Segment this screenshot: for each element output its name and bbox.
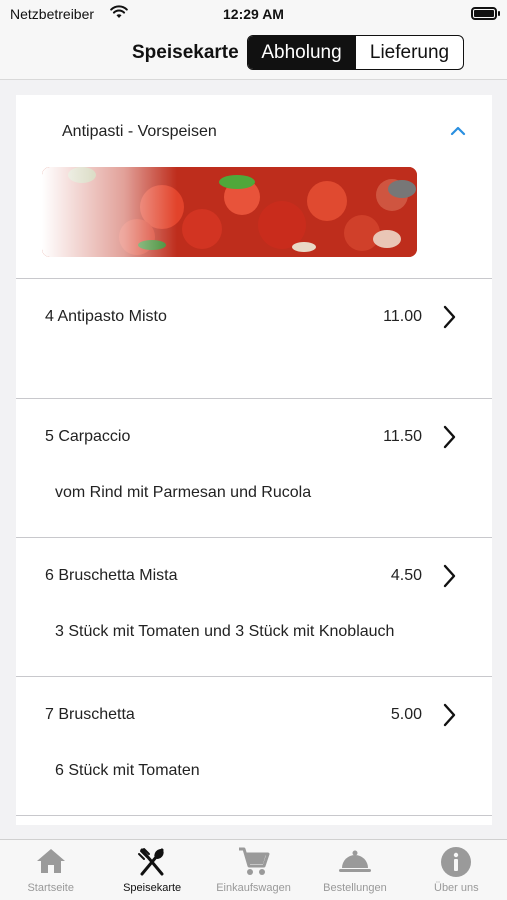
- item-description: 6 Stück mit Tomaten: [55, 762, 200, 779]
- tab-label: Speisekarte: [123, 882, 182, 894]
- page-title: Speisekarte: [132, 42, 239, 63]
- status-bar: Netzbetreiber 12:29 AM: [0, 0, 507, 28]
- tab-bestellungen[interactable]: Bestellungen: [304, 840, 405, 900]
- chevron-right-icon[interactable]: [442, 425, 456, 454]
- tab-speisekarte[interactable]: Speisekarte: [101, 840, 202, 900]
- tab-startseite[interactable]: Startseite: [0, 840, 101, 900]
- tab-bar: Startseite Speisekarte Einkaufswagen Bes…: [0, 839, 507, 900]
- tab-label: Bestellungen: [323, 882, 387, 894]
- menu-item[interactable]: 7 Bruschetta 5.00 6 Stück mit Tomaten: [16, 677, 492, 816]
- item-name: 6 Bruschetta Mista: [45, 567, 178, 584]
- item-description: vom Rind mit Parmesan und Rucola: [55, 484, 312, 501]
- item-price: 4.50: [390, 567, 422, 584]
- fork-knife-icon: [136, 846, 168, 883]
- tab-label: Startseite: [27, 882, 74, 894]
- tab-ueber-uns[interactable]: Über uns: [406, 840, 507, 900]
- menu-item[interactable]: 5 Carpaccio 11.50 vom Rind mit Parmesan …: [16, 399, 492, 538]
- item-name: 5 Carpaccio: [45, 428, 131, 445]
- item-description: 3 Stück mit Tomaten und 3 Stück mit Knob…: [55, 623, 395, 640]
- item-name: 7 Bruschetta: [45, 706, 135, 723]
- segment-abholung[interactable]: Abholung: [248, 36, 355, 69]
- chevron-right-icon[interactable]: [442, 564, 456, 593]
- info-icon: [440, 846, 472, 883]
- chevron-up-icon[interactable]: [450, 123, 466, 141]
- order-type-segmented-control: Abholung Lieferung: [247, 35, 464, 70]
- tab-label: Einkaufswagen: [216, 882, 291, 894]
- clock-label: 12:29 AM: [223, 6, 284, 22]
- chevron-right-icon[interactable]: [442, 703, 456, 732]
- chevron-right-icon[interactable]: [442, 305, 456, 334]
- tab-label: Über uns: [434, 882, 479, 894]
- segment-lieferung[interactable]: Lieferung: [355, 36, 463, 69]
- category-header[interactable]: Antipasti - Vorspeisen: [16, 95, 492, 279]
- menu-item[interactable]: 6 Bruschetta Mista 4.50 3 Stück mit Toma…: [16, 538, 492, 677]
- item-name: 4 Antipasto Misto: [45, 308, 167, 325]
- home-icon: [35, 846, 67, 881]
- item-price: 11.50: [383, 428, 422, 445]
- menu-item[interactable]: 4 Antipasto Misto 11.00: [16, 279, 492, 399]
- item-price: 11.00: [383, 308, 422, 325]
- battery-icon: [471, 7, 500, 20]
- tab-einkaufswagen[interactable]: Einkaufswagen: [203, 840, 304, 900]
- cart-icon: [237, 846, 271, 883]
- item-price: 5.00: [390, 706, 422, 723]
- navigation-bar: Speisekarte Abholung Lieferung: [0, 28, 507, 80]
- category-banner-image: [42, 167, 417, 257]
- category-title: Antipasti - Vorspeisen: [62, 123, 217, 140]
- menu-list: Antipasti - Vorspeisen 4 Antipasto Misto…: [16, 95, 492, 825]
- cloche-icon: [338, 846, 372, 881]
